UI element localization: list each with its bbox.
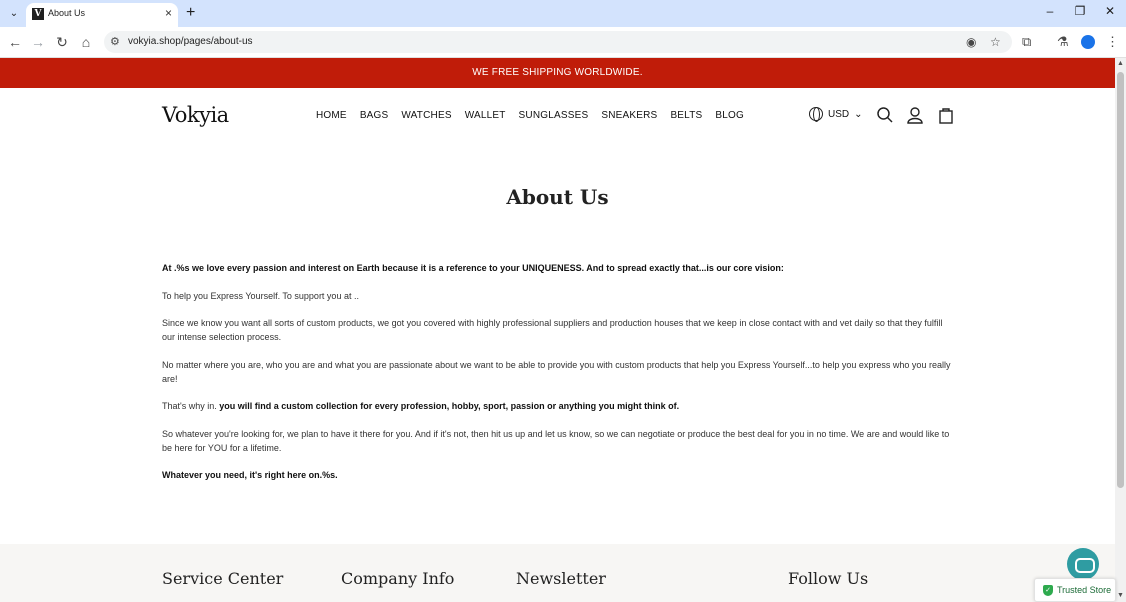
eye-off-icon[interactable]: ◉	[966, 35, 976, 49]
site-header: Vokyia HOME BAGS WATCHES WALLET SUNGLASS…	[0, 88, 1115, 146]
url-text: vokyia.shop/pages/about-us	[128, 36, 253, 47]
currency-label: USD	[828, 108, 850, 120]
tab-search-chevron-icon[interactable]: ⌄	[6, 6, 22, 22]
tab-close-icon[interactable]: ×	[165, 6, 172, 20]
browser-tab-active[interactable]: V About Us ×	[26, 3, 178, 27]
site-logo[interactable]: Vokyia	[162, 103, 229, 127]
nav-item-blog[interactable]: BLOG	[715, 110, 744, 121]
footer-heading-follow-us: Follow Us	[788, 569, 869, 588]
about-content: At .%s we love every passion and interes…	[162, 261, 952, 496]
back-arrow-icon[interactable]: ←	[6, 34, 24, 50]
browser-menu-kebab-icon[interactable]: ⋮	[1106, 34, 1119, 50]
nav-item-sneakers[interactable]: SNEAKERS	[601, 110, 657, 121]
nav-item-belts[interactable]: BELTS	[670, 110, 702, 121]
web-page: WE FREE SHIPPING WORLDWIDE. Vokyia HOME …	[0, 58, 1115, 602]
browser-toolbar: ← → ↻ ⌂ ⚙ vokyia.shop/pages/about-us ◉ ☆…	[0, 27, 1126, 58]
tab-title: About Us	[48, 8, 86, 18]
announcement-bar: WE FREE SHIPPING WORLDWIDE.	[0, 58, 1115, 88]
scroll-thumb[interactable]	[1117, 72, 1124, 488]
window-restore-icon[interactable]: ❐	[1070, 4, 1090, 18]
site-favicon-icon: V	[32, 8, 44, 20]
main-nav: HOME BAGS WATCHES WALLET SUNGLASSES SNEA…	[316, 110, 744, 121]
nav-item-home[interactable]: HOME	[316, 110, 347, 121]
browser-tab-bar: ⌄ V About Us × + – ❐ ✕	[0, 0, 1126, 27]
paragraph-collection-prefix: That's why in.	[162, 401, 220, 411]
forward-arrow-icon[interactable]: →	[29, 34, 47, 50]
paragraph-vision: At .%s we love every passion and interes…	[162, 263, 784, 273]
paragraph-products: Since we know you want all sorts of cust…	[162, 318, 943, 342]
nav-item-watches[interactable]: WATCHES	[401, 110, 451, 121]
account-icon[interactable]	[906, 106, 924, 124]
bookmark-star-icon[interactable]: ☆	[990, 35, 1001, 49]
home-icon[interactable]: ⌂	[77, 34, 95, 50]
chat-bubble-icon[interactable]	[1067, 548, 1099, 580]
paragraph-express: To help you Express Yourself. To support…	[162, 290, 359, 301]
globe-icon	[809, 107, 823, 122]
paragraph-passion: No matter where you are, who you are and…	[162, 359, 951, 384]
shield-check-icon: ✓	[1043, 585, 1053, 596]
paragraph-deal: So whatever you're looking for, we plan …	[162, 428, 950, 453]
chevron-down-icon: ⌄	[854, 108, 863, 120]
nav-item-sunglasses[interactable]: SUNGLASSES	[519, 110, 589, 121]
reload-icon[interactable]: ↻	[53, 34, 71, 51]
paragraph-closing: Whatever you need, it's right here on.%s…	[162, 470, 338, 480]
cart-bag-icon[interactable]	[937, 106, 955, 124]
page-title: About Us	[506, 185, 609, 209]
trusted-store-badge[interactable]: ✓ Trusted Store	[1034, 578, 1116, 602]
labs-flask-icon[interactable]: ⚗	[1057, 34, 1069, 50]
currency-selector[interactable]: USD ⌄	[809, 107, 863, 122]
new-tab-plus-icon[interactable]: +	[186, 4, 195, 22]
extensions-puzzle-icon[interactable]: ⧉	[1022, 34, 1031, 50]
search-icon[interactable]	[876, 106, 894, 124]
page-scrollbar[interactable]: ▲ ▼	[1115, 58, 1126, 602]
site-info-icon[interactable]: ⚙	[110, 35, 120, 48]
paragraph-collection: That's why in. you will find a custom co…	[162, 399, 952, 413]
footer-heading-service-center: Service Center	[162, 569, 284, 588]
nav-item-bags[interactable]: BAGS	[360, 110, 389, 121]
window-minimize-icon[interactable]: –	[1040, 4, 1060, 18]
footer-heading-company-info: Company Info	[341, 569, 455, 588]
profile-avatar-icon[interactable]	[1081, 35, 1095, 49]
scroll-down-arrow-icon[interactable]: ▼	[1117, 592, 1124, 599]
address-bar[interactable]: ⚙ vokyia.shop/pages/about-us ◉ ☆	[104, 31, 1012, 53]
footer-heading-newsletter: Newsletter	[516, 569, 606, 588]
nav-item-wallet[interactable]: WALLET	[465, 110, 506, 121]
paragraph-collection-bold: you will find a custom collection for ev…	[219, 401, 680, 411]
window-close-icon[interactable]: ✕	[1100, 4, 1120, 18]
trusted-store-label: Trusted Store	[1057, 585, 1112, 595]
site-footer: Service Center Company Info Newsletter F…	[0, 544, 1115, 602]
scroll-up-arrow-icon[interactable]: ▲	[1117, 60, 1124, 67]
